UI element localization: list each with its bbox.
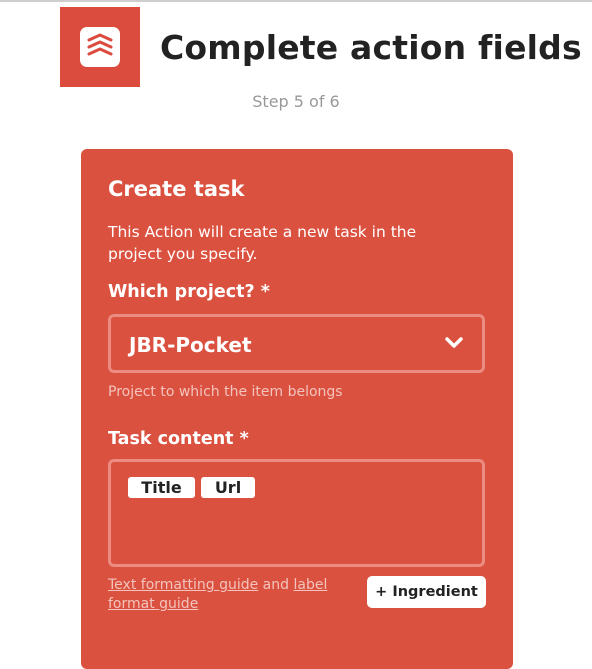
guide-conjunction: and bbox=[262, 577, 290, 593]
chevron-down-icon bbox=[445, 337, 463, 348]
project-field-label: Which project? * bbox=[108, 282, 270, 302]
content-field-label: Task content * bbox=[108, 429, 249, 449]
project-select-value: JBR-Pocket bbox=[129, 333, 252, 357]
action-card: Create task This Action will create a ne… bbox=[81, 149, 513, 669]
step-indicator: Step 5 of 6 bbox=[252, 92, 340, 111]
formatting-guide-text: Text formatting guide and label format g… bbox=[108, 576, 358, 614]
action-description: This Action will create a new task in th… bbox=[108, 223, 417, 263]
todoist-logo-icon bbox=[80, 27, 120, 67]
page-header: Complete action fields Step 5 of 6 bbox=[0, 0, 592, 120]
add-ingredient-button[interactable]: + Ingredient bbox=[367, 576, 486, 608]
action-title: Create task bbox=[108, 177, 245, 201]
ingredient-pill-url[interactable]: Url bbox=[201, 477, 255, 498]
page-title: Complete action fields bbox=[160, 28, 582, 67]
project-select[interactable]: JBR-Pocket bbox=[108, 314, 485, 373]
app-logo bbox=[60, 7, 140, 87]
text-formatting-guide-link[interactable]: Text formatting guide bbox=[108, 577, 258, 593]
project-helper-text: Project to which the item belongs bbox=[108, 384, 343, 400]
ingredient-pill-title[interactable]: Title bbox=[128, 477, 195, 498]
task-content-input[interactable]: Title Url bbox=[108, 459, 485, 567]
